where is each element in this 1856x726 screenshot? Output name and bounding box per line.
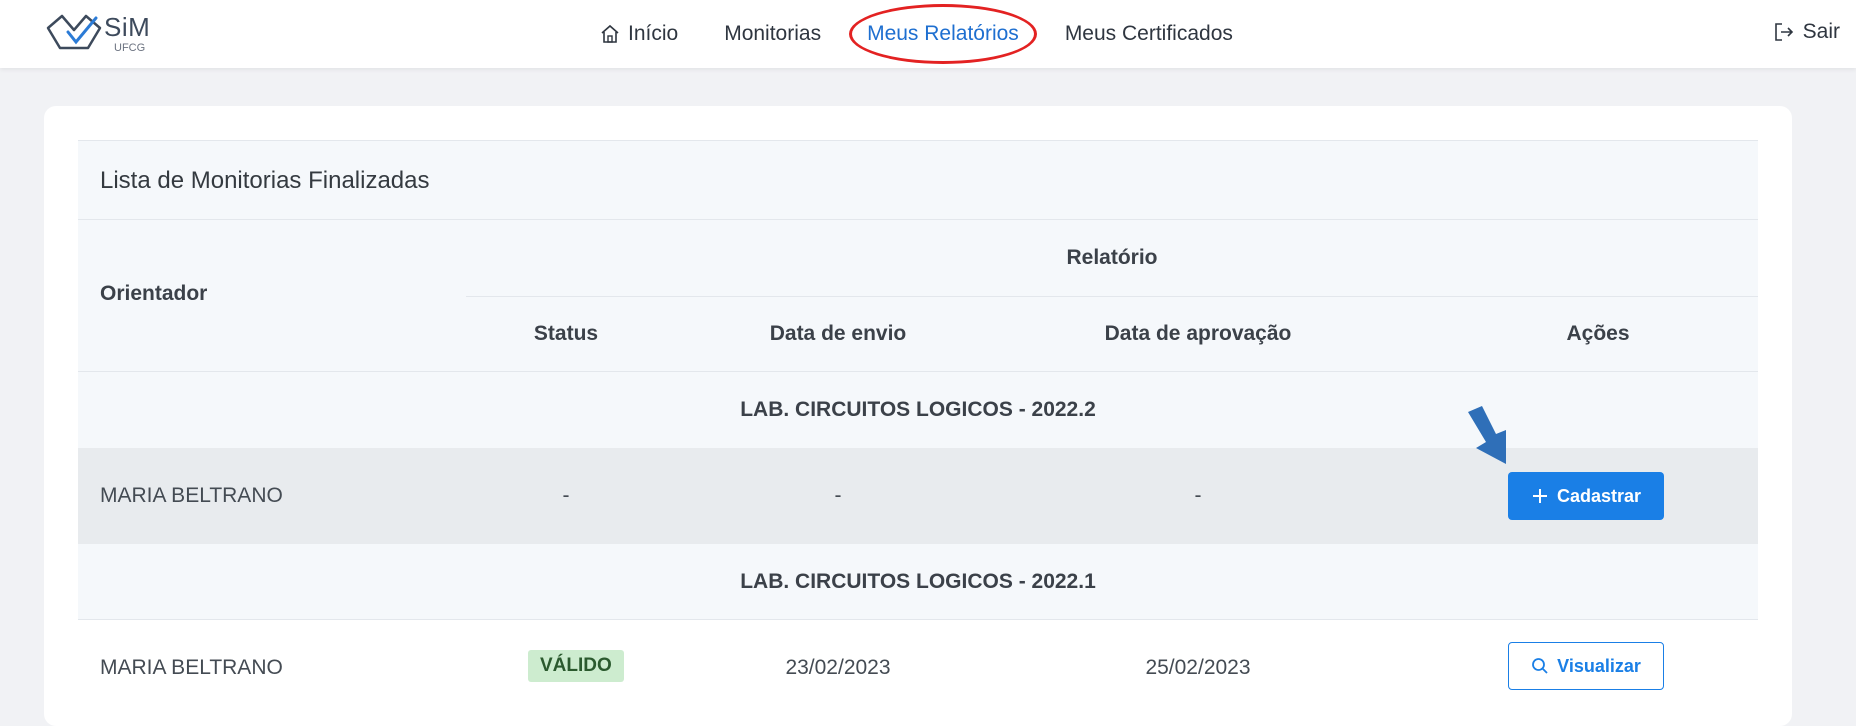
header-acoes: Ações <box>1566 322 1630 345</box>
content-card: Lista de Monitorias Finalizadas Orientad… <box>44 106 1792 726</box>
nav-inicio[interactable]: Início <box>600 22 678 46</box>
top-navbar: SiM UFCG Início Monitorias Meus Relatóri… <box>0 0 1856 68</box>
visualizar-button[interactable]: Visualizar <box>1508 642 1664 690</box>
nav-monitorias[interactable]: Monitorias <box>724 22 821 46</box>
main-nav: Início Monitorias Meus Relatórios Meus C… <box>600 0 1279 68</box>
nav-inicio-label: Início <box>628 22 679 45</box>
table-title-row: Lista de Monitorias Finalizadas <box>78 140 1758 220</box>
sim-logo[interactable]: SiM UFCG <box>46 10 166 56</box>
header-data-envio: Data de envio <box>769 322 907 345</box>
table-row: MARIA BELTRANO VÁLIDO 23/02/2023 25/02/2… <box>78 620 1758 716</box>
search-icon <box>1531 657 1549 675</box>
header-orientador: Orientador <box>100 282 208 305</box>
logo-mark-icon <box>46 14 102 50</box>
cadastrar-button[interactable]: Cadastrar <box>1508 472 1664 520</box>
header-divider <box>466 296 1758 297</box>
nav-meus-relatorios[interactable]: Meus Relatórios <box>849 4 1037 64</box>
cell-orientador: MARIA BELTRANO <box>100 484 283 507</box>
group-label: LAB. CIRCUITOS LOGICOS - 2022.1 <box>740 570 1096 593</box>
cadastrar-label: Cadastrar <box>1556 485 1642 506</box>
cell-data-envio: - <box>834 484 842 507</box>
cell-data-envio: 23/02/2023 <box>785 656 891 679</box>
status-badge: VÁLIDO <box>528 650 624 682</box>
logout-button[interactable]: Sair <box>1773 20 1840 44</box>
nav-meus-certificados[interactable]: Meus Certificados <box>1065 22 1233 46</box>
header-relatorio: Relatório <box>1066 246 1158 269</box>
visualizar-label: Visualizar <box>1557 655 1641 676</box>
table-header: Orientador Relatório Status Data de envi… <box>78 220 1758 372</box>
plus-icon <box>1531 487 1549 505</box>
table-title: Lista de Monitorias Finalizadas <box>100 167 430 194</box>
home-icon <box>600 24 620 44</box>
group-row: LAB. CIRCUITOS LOGICOS - 2022.1 <box>78 544 1758 620</box>
logout-icon <box>1773 21 1795 43</box>
annotation-arrow-icon <box>1468 406 1506 464</box>
cell-data-aprovacao: - <box>1194 484 1202 507</box>
brand-sub: UFCG <box>114 42 146 54</box>
nav-meus-relatorios-label: Meus Relatórios <box>867 22 1019 45</box>
nav-monitorias-label: Monitorias <box>724 22 822 45</box>
cell-data-aprovacao: 25/02/2023 <box>1145 656 1251 679</box>
brand-name: SiM <box>104 12 151 42</box>
nav-meus-certificados-label: Meus Certificados <box>1064 22 1233 45</box>
header-status: Status <box>533 322 599 345</box>
cell-orientador: MARIA BELTRANO <box>100 656 283 679</box>
cell-status: - <box>562 484 570 507</box>
logout-label: Sair <box>1802 20 1840 43</box>
header-data-aprovacao: Data de aprovação <box>1104 322 1292 345</box>
